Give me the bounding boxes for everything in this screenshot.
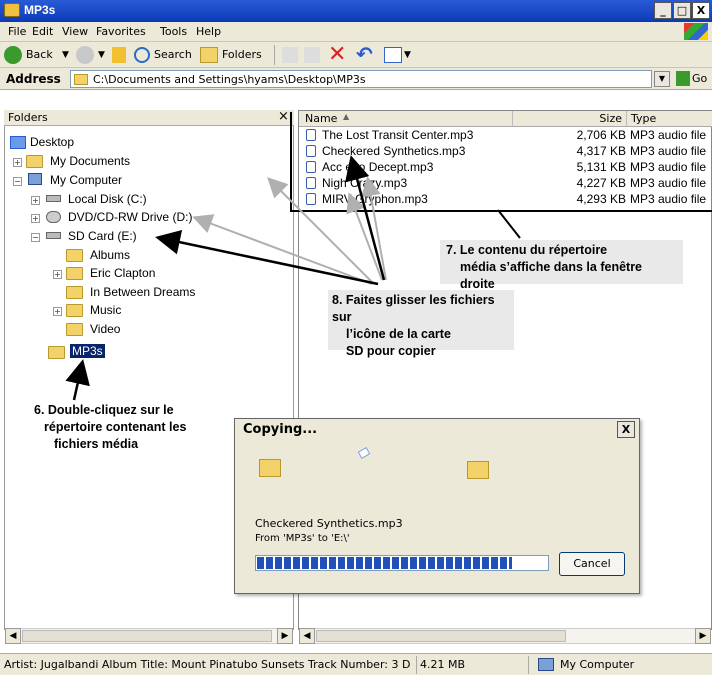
arrow-black (65, 359, 90, 401)
arrow-gray (267, 177, 373, 283)
arrow-black (497, 209, 521, 239)
arrow-black (345, 155, 386, 281)
annotation-arrows (65, 155, 521, 401)
